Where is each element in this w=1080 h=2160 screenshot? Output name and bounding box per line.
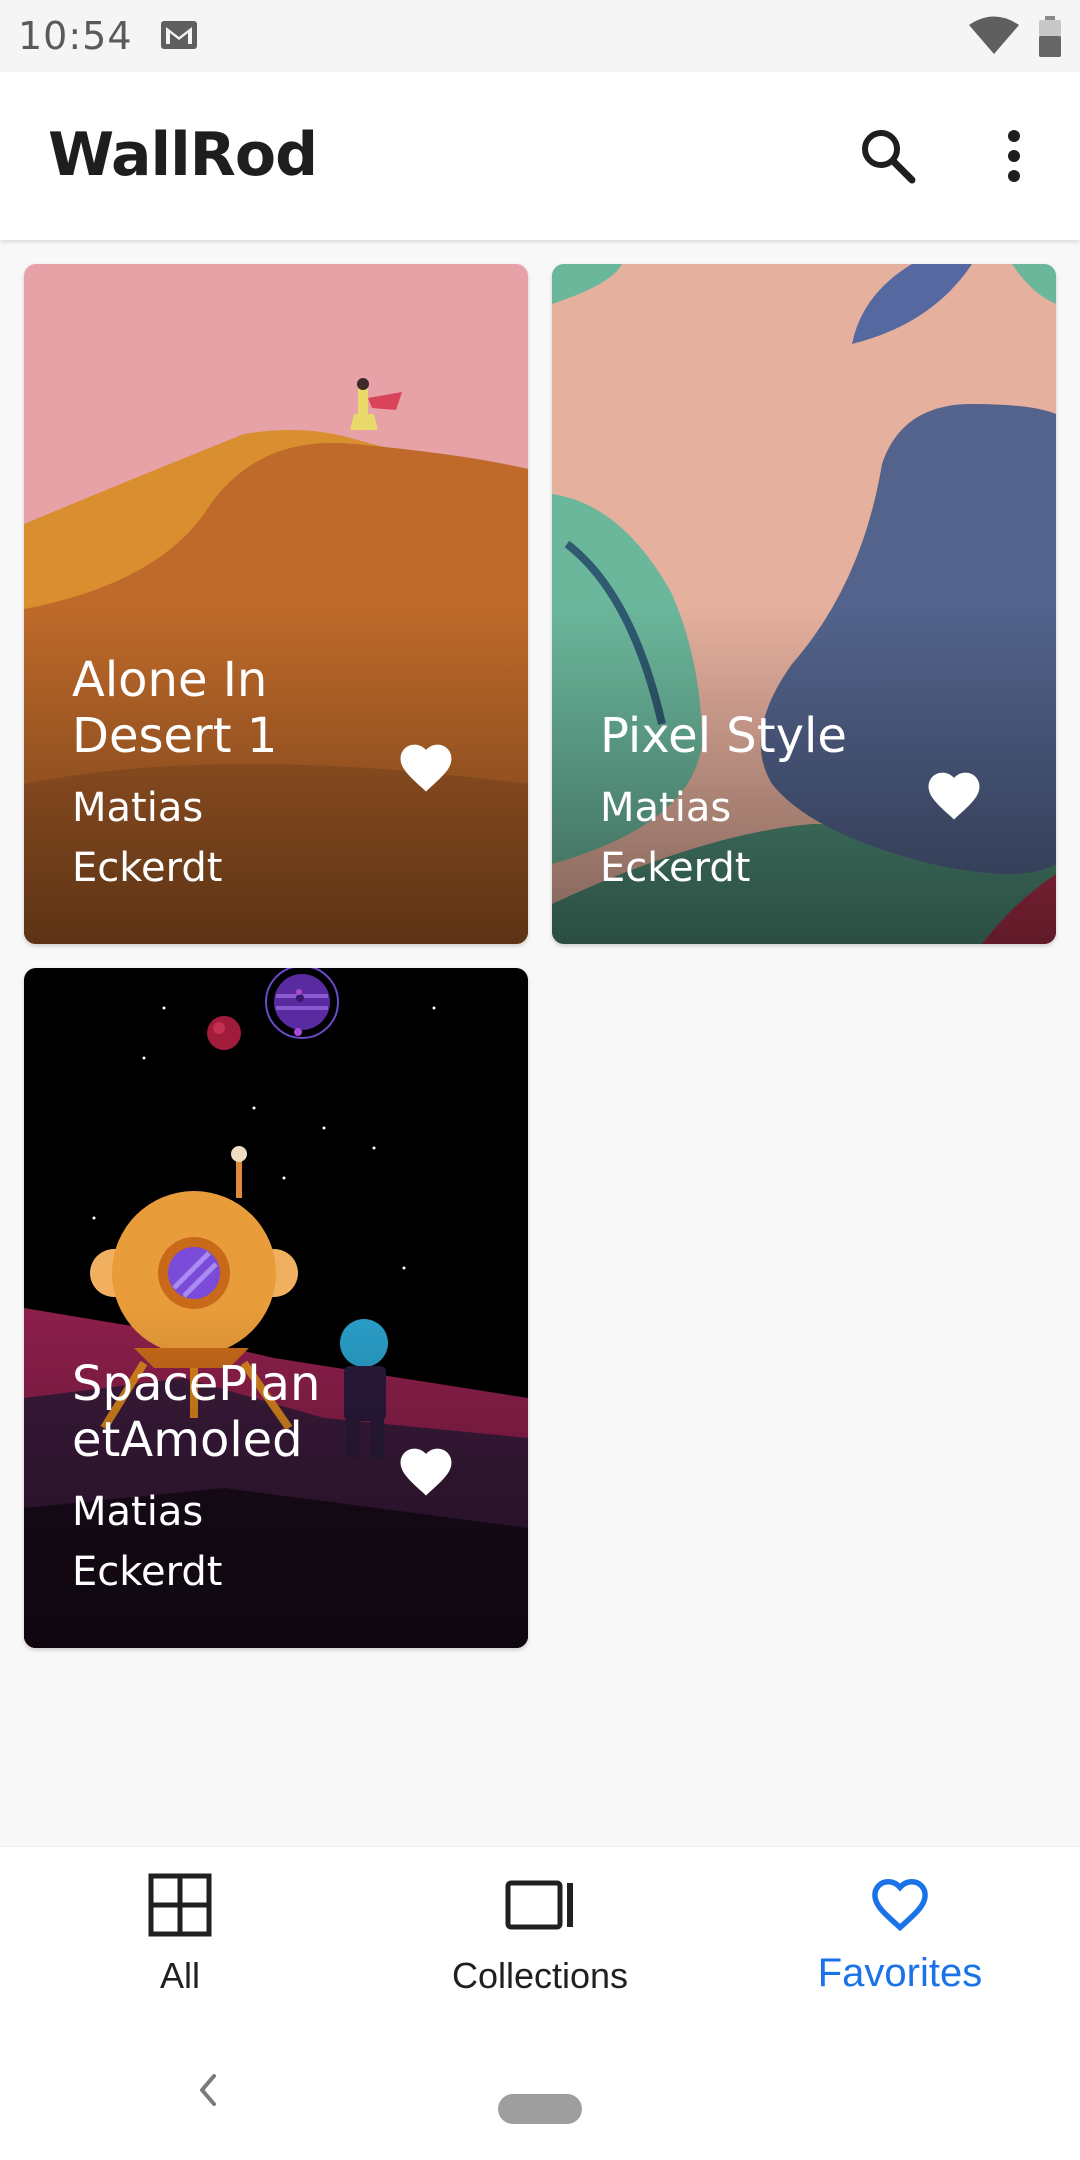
wallpaper-card[interactable]: Alone In Desert 1 Matias Eckerdt: [24, 264, 528, 944]
wallpaper-title: Alone In Desert 1: [72, 652, 278, 764]
status-bar: 10:54: [0, 0, 1080, 72]
more-options-button[interactable]: [966, 108, 1062, 204]
battery-icon: [1038, 16, 1062, 63]
back-button[interactable]: [190, 2070, 226, 2115]
heart-icon: [400, 744, 452, 792]
wallpaper-title: Pixel Style: [600, 708, 847, 764]
search-button[interactable]: [840, 108, 936, 204]
grid-icon: [148, 1873, 212, 1937]
favorite-button[interactable]: [916, 756, 992, 832]
heart-icon: [400, 1448, 452, 1496]
favorite-button[interactable]: [388, 1432, 464, 1508]
home-pill-button[interactable]: [498, 2094, 582, 2124]
wallpaper-author: Matias Eckerdt: [600, 785, 751, 891]
gmail-icon: [160, 20, 198, 55]
wallpaper-author: Matias Eckerdt: [72, 1489, 223, 1595]
more-vert-icon: [1008, 130, 1020, 182]
nav-label: Favorites: [817, 1951, 983, 1995]
collections-icon: [505, 1880, 573, 1930]
nav-item-collections[interactable]: Collections: [360, 1847, 720, 2023]
favorite-button[interactable]: [388, 728, 464, 804]
system-navigation-bar: [0, 2022, 1080, 2160]
nav-item-all[interactable]: All: [0, 1847, 360, 2023]
wallpaper-card[interactable]: Pixel Style Matias Eckerdt: [552, 264, 1056, 944]
nav-label: All: [159, 1955, 200, 1996]
status-time: 10:54: [18, 14, 133, 58]
nav-label: Collections: [451, 1955, 629, 1996]
app-title: WallRod: [48, 120, 318, 190]
search-icon: [862, 130, 916, 184]
nav-item-favorites[interactable]: Favorites: [720, 1847, 1080, 2023]
wallpaper-title: SpacePlan etAmoled: [72, 1356, 321, 1468]
wallpaper-card[interactable]: SpacePlan etAmoled Matias Eckerdt: [24, 968, 528, 1648]
app-bar: WallRod: [0, 72, 1080, 240]
heart-outline-icon: [872, 1878, 928, 1932]
wallpaper-author: Matias Eckerdt: [72, 785, 223, 891]
back-icon: [200, 2074, 216, 2106]
wifi-icon: [968, 16, 1020, 61]
heart-icon: [928, 772, 980, 820]
bottom-navigation: All Collections Favorites: [0, 1846, 1080, 2023]
